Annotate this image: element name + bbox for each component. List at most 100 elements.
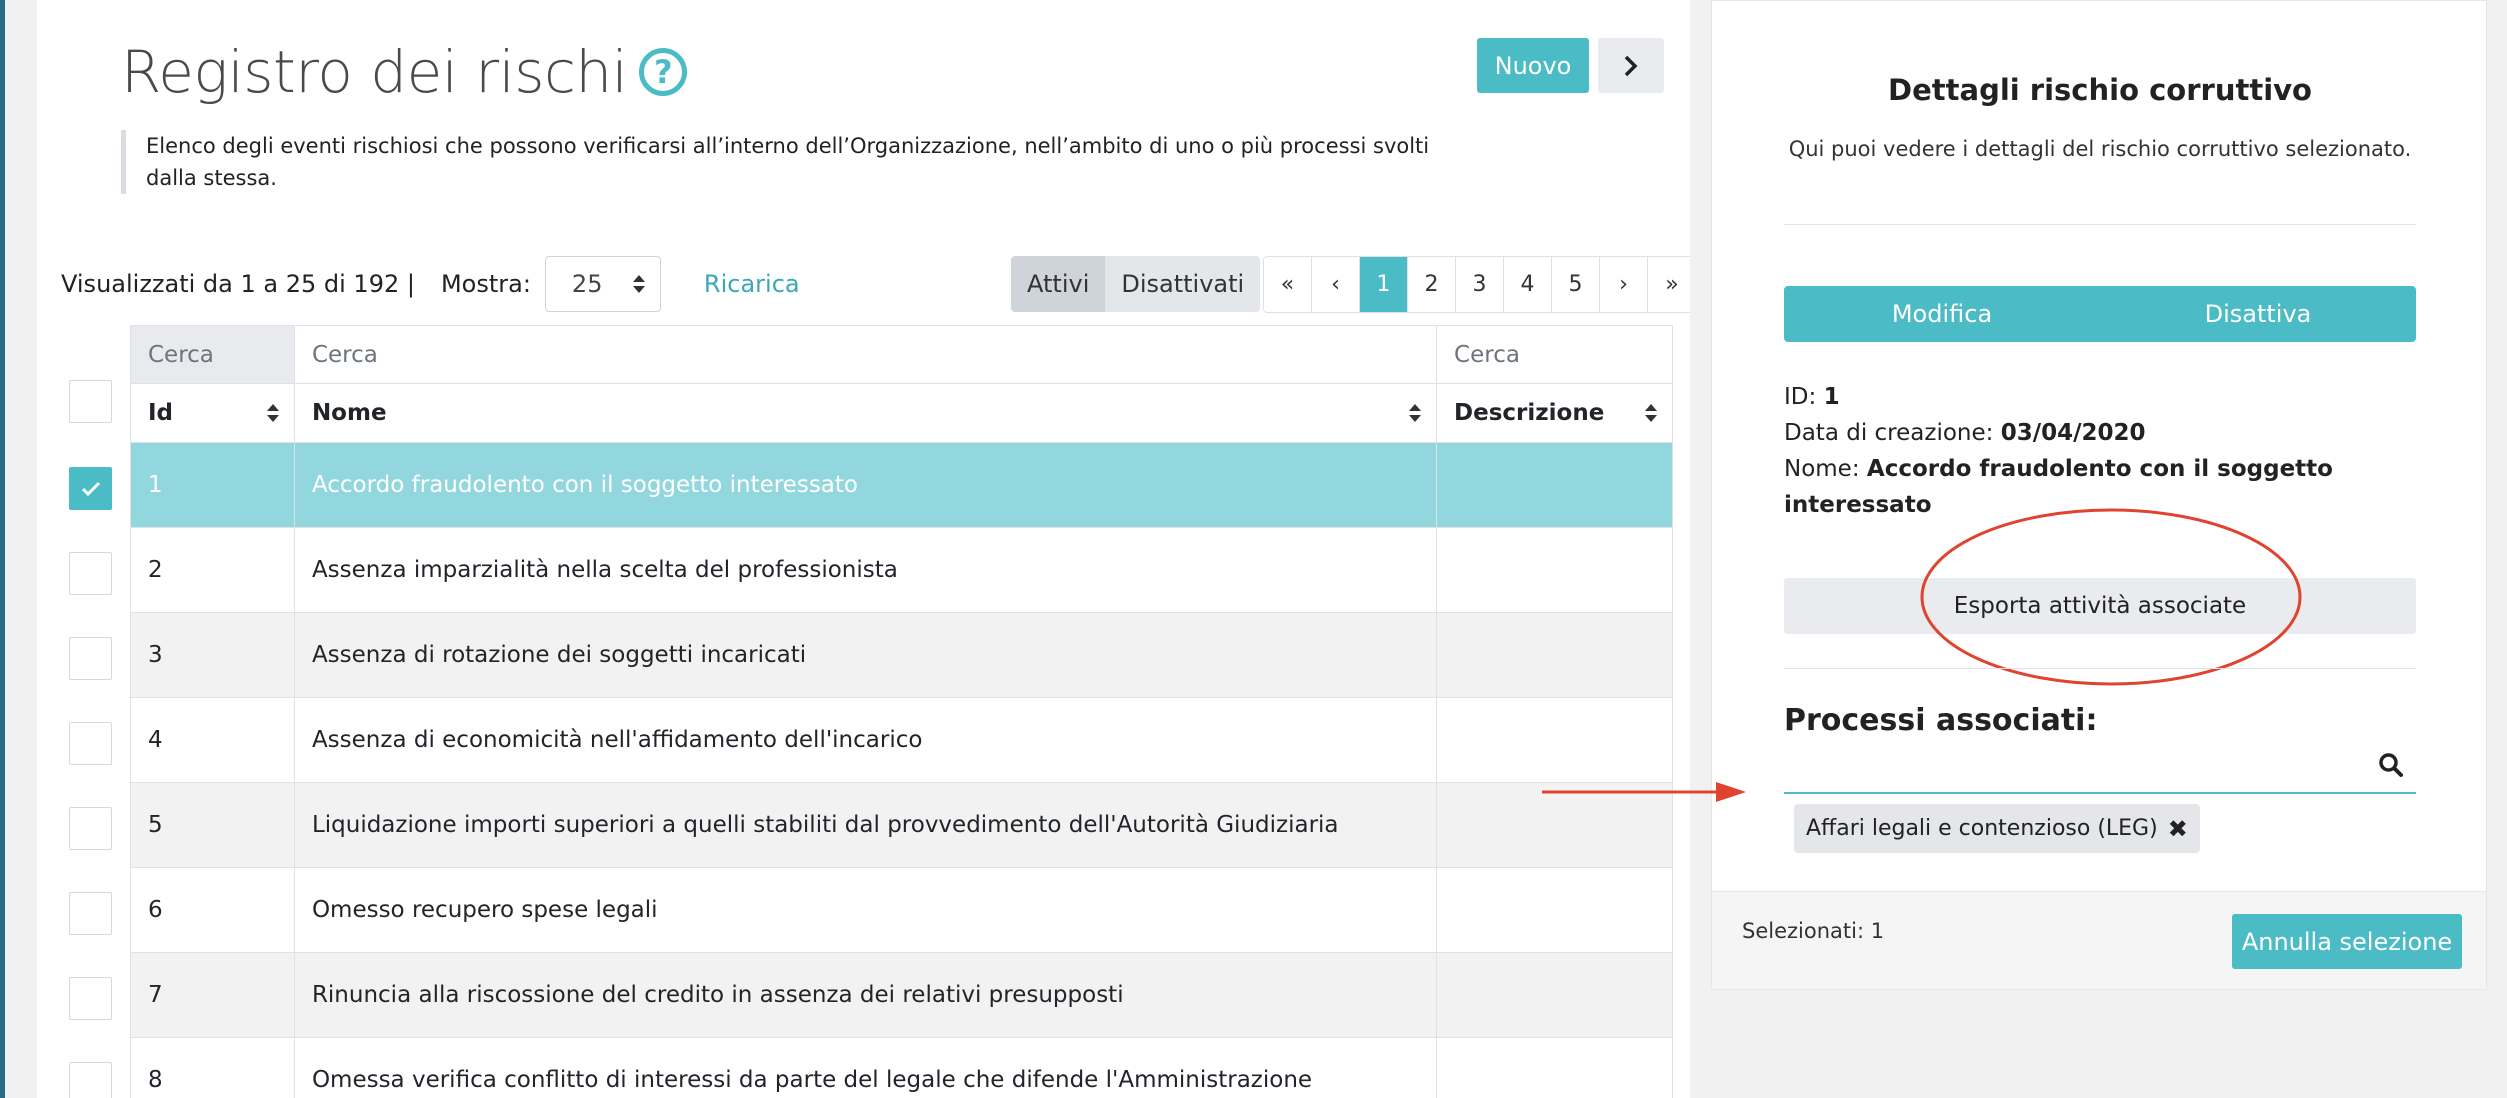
selection-footer: Selezionati: 1 Annulla selezione bbox=[1712, 891, 2486, 989]
export-activities-button[interactable]: Esporta attività associate bbox=[1784, 578, 2416, 634]
risks-table: Cerca Cerca Cerca Id Nome Descrizione 1 … bbox=[130, 325, 1673, 1098]
page-title: Registro dei rischi bbox=[121, 38, 628, 106]
page-1[interactable]: 1 bbox=[1360, 257, 1408, 312]
risk-details-panel: Dettagli rischio corruttivo Qui puoi ved… bbox=[1711, 0, 2487, 990]
table-toolbar: Visualizzati da 1 a 25 di 192 | Mostra: … bbox=[61, 256, 800, 312]
table-row[interactable]: 2 Assenza imparzialità nella scelta del … bbox=[130, 527, 1673, 613]
detail-id-value: 1 bbox=[1823, 384, 1840, 410]
cell-id: 8 bbox=[130, 1037, 295, 1098]
header-row: Id Nome Descrizione bbox=[130, 383, 1673, 443]
row-checkbox-2[interactable] bbox=[69, 552, 112, 595]
cell-description bbox=[1436, 952, 1673, 1038]
process-search-input[interactable] bbox=[1784, 744, 2416, 794]
records-info: Visualizzati da 1 a 25 di 192 | bbox=[61, 270, 415, 298]
cancel-selection-button[interactable]: Annulla selezione bbox=[2232, 914, 2462, 969]
selected-count: Selezionati: 1 bbox=[1742, 919, 1885, 943]
row-checkbox-4[interactable] bbox=[69, 722, 112, 765]
cell-description bbox=[1436, 442, 1673, 528]
row-checkbox-6[interactable] bbox=[69, 892, 112, 935]
filter-active-button[interactable]: Attivi bbox=[1011, 256, 1106, 312]
app-edge bbox=[0, 0, 5, 1098]
row-checkbox-1[interactable] bbox=[69, 467, 112, 510]
table-row[interactable]: 6 Omesso recupero spese legali bbox=[130, 867, 1673, 953]
cell-id: 1 bbox=[130, 442, 295, 528]
detail-created-label: Data di creazione: bbox=[1784, 420, 1994, 446]
detail-id: ID: 1 bbox=[1784, 379, 2416, 415]
page-2[interactable]: 2 bbox=[1408, 257, 1456, 312]
row-checkbox-8[interactable] bbox=[69, 1062, 112, 1098]
title-row: Registro dei rischi ? bbox=[121, 38, 688, 106]
table-row[interactable]: 1 Accordo fraudolento con il soggetto in… bbox=[130, 442, 1673, 528]
detail-created-value: 03/04/2020 bbox=[2000, 420, 2146, 446]
disable-button[interactable]: Disattiva bbox=[2100, 286, 2416, 342]
details-subtitle: Qui puoi vedere i dettagli del rischio c… bbox=[1788, 137, 2412, 161]
table-row[interactable]: 8 Omessa verifica conflitto di interessi… bbox=[130, 1037, 1673, 1098]
cell-description bbox=[1436, 527, 1673, 613]
new-button[interactable]: Nuovo bbox=[1477, 38, 1589, 93]
process-tag-label: Affari legali e contenzioso (LEG) bbox=[1806, 816, 2158, 841]
cell-description bbox=[1436, 867, 1673, 953]
edit-button[interactable]: Modifica bbox=[1784, 286, 2100, 342]
cell-name: Rinuncia alla riscossione del credito in… bbox=[293, 952, 1438, 1038]
page-description: Elenco degli eventi rischiosi che posson… bbox=[121, 130, 1441, 194]
column-header-name[interactable]: Nome bbox=[293, 383, 1438, 443]
sort-icon bbox=[1645, 404, 1657, 422]
page-3[interactable]: 3 bbox=[1456, 257, 1504, 312]
page-last[interactable]: » bbox=[1648, 257, 1690, 312]
details-title: Dettagli rischio corruttivo bbox=[1888, 73, 2312, 107]
reload-link[interactable]: Ricarica bbox=[704, 270, 800, 298]
page-size-label: Mostra: bbox=[440, 270, 531, 298]
cell-description bbox=[1436, 697, 1673, 783]
row-checkbox-3[interactable] bbox=[69, 637, 112, 680]
cell-id: 6 bbox=[130, 867, 295, 953]
page-next[interactable]: › bbox=[1600, 257, 1648, 312]
risk-details: ID: 1 Data di creazione: 03/04/2020 Nome… bbox=[1784, 379, 2416, 523]
search-id-input[interactable]: Cerca bbox=[130, 325, 295, 384]
page-size-select[interactable]: 25 bbox=[544, 256, 661, 312]
detail-created: Data di creazione: 03/04/2020 bbox=[1784, 415, 2416, 451]
table-row[interactable]: 3 Assenza di rotazione dei soggetti inca… bbox=[130, 612, 1673, 698]
column-header-description[interactable]: Descrizione bbox=[1436, 383, 1673, 443]
page-size-value: 25 bbox=[571, 270, 603, 298]
status-filter: Attivi Disattivati bbox=[1011, 256, 1261, 312]
cell-name: Assenza di economicità nell'affidamento … bbox=[293, 697, 1438, 783]
detail-name-value: Accordo fraudolento con il soggetto inte… bbox=[1784, 456, 2333, 518]
cell-id: 5 bbox=[130, 782, 295, 868]
select-all-checkbox[interactable] bbox=[69, 380, 112, 423]
cell-id: 3 bbox=[130, 612, 295, 698]
search-name-input[interactable]: Cerca bbox=[293, 325, 1438, 384]
detail-id-label: ID: bbox=[1784, 384, 1817, 410]
times-icon[interactable]: ✖ bbox=[2168, 815, 2188, 843]
page-first[interactable]: « bbox=[1264, 257, 1312, 312]
filter-disabled-button[interactable]: Disattivati bbox=[1105, 256, 1261, 312]
select-updown-icon bbox=[632, 275, 645, 293]
cell-description bbox=[1436, 1037, 1673, 1098]
row-checkbox-5[interactable] bbox=[69, 807, 112, 850]
column-header-id[interactable]: Id bbox=[130, 383, 295, 443]
table-row[interactable]: 4 Assenza di economicità nell'affidament… bbox=[130, 697, 1673, 783]
row-checkbox-7[interactable] bbox=[69, 977, 112, 1020]
pagination: « ‹ 1 2 3 4 5 › » bbox=[1263, 256, 1690, 313]
page-prev[interactable]: ‹ bbox=[1312, 257, 1360, 312]
column-header-label: Nome bbox=[311, 400, 387, 426]
annotation-arrow bbox=[1542, 782, 1746, 802]
search-description-input[interactable]: Cerca bbox=[1436, 325, 1673, 384]
details-actions: Modifica Disattiva bbox=[1784, 286, 2416, 342]
divider bbox=[1784, 224, 2416, 225]
question-circle-icon[interactable]: ? bbox=[639, 48, 688, 96]
column-search-row: Cerca Cerca Cerca bbox=[130, 325, 1673, 384]
detail-name-label: Nome: bbox=[1784, 456, 1860, 482]
check-icon bbox=[81, 481, 100, 496]
sort-icon bbox=[1409, 404, 1422, 422]
table-row[interactable]: 7 Rinuncia alla riscossione del credito … bbox=[130, 952, 1673, 1038]
column-header-label: Descrizione bbox=[1454, 400, 1605, 426]
cell-name: Accordo fraudolento con il soggetto inte… bbox=[293, 442, 1438, 528]
cell-name: Omessa verifica conflitto di interessi d… bbox=[293, 1037, 1438, 1098]
page-5[interactable]: 5 bbox=[1552, 257, 1600, 312]
page-4[interactable]: 4 bbox=[1504, 257, 1552, 312]
cell-id: 7 bbox=[130, 952, 295, 1038]
processes-title: Processi associati: bbox=[1784, 703, 2098, 738]
column-header-label: Id bbox=[148, 400, 174, 426]
table-row[interactable]: 5 Liquidazione importi superiori a quell… bbox=[130, 782, 1673, 868]
next-button[interactable] bbox=[1598, 38, 1664, 93]
